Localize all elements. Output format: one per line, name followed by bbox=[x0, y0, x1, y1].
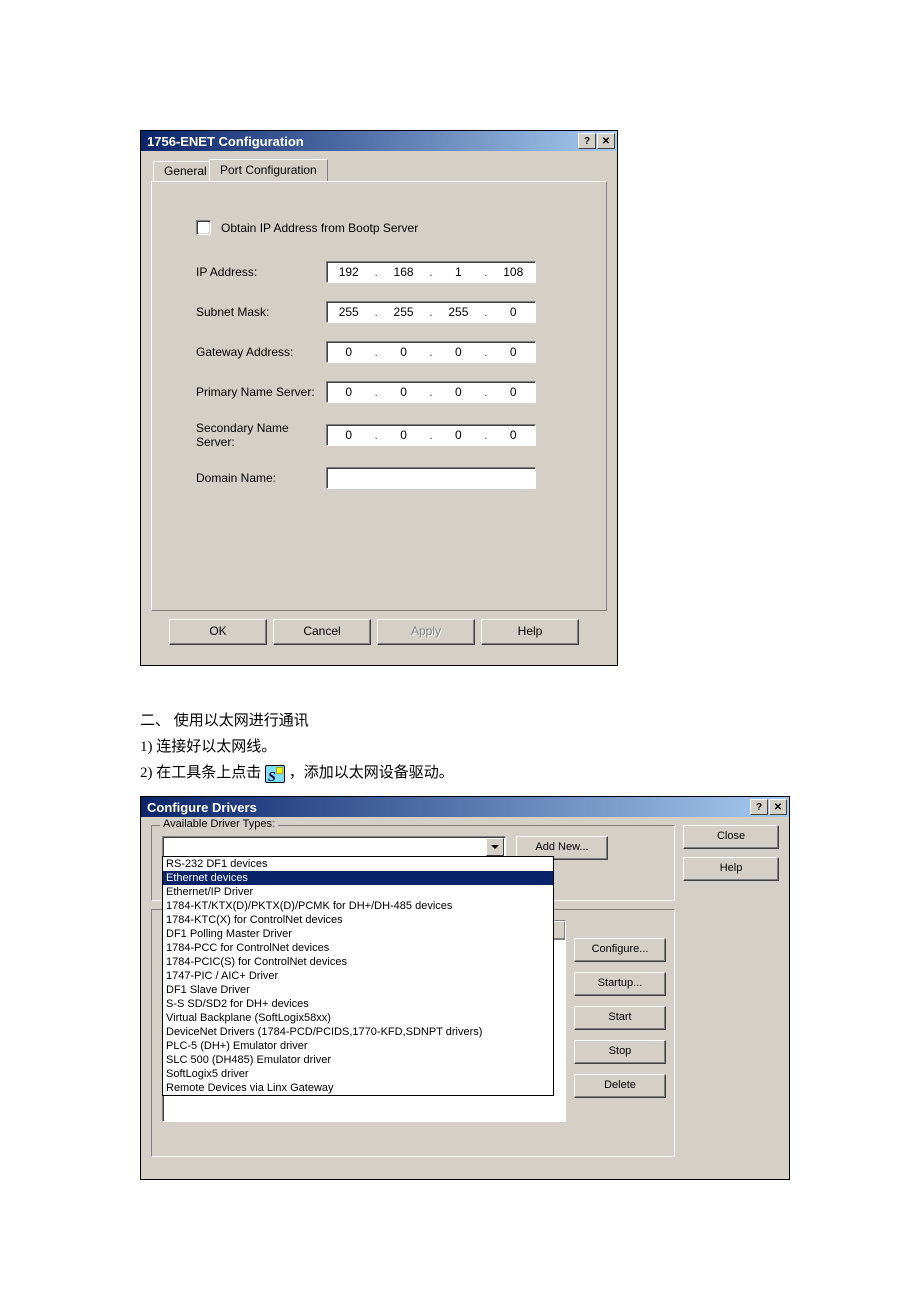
ip-octet[interactable]: 0 bbox=[384, 345, 424, 359]
ip-octet[interactable]: 0 bbox=[438, 385, 478, 399]
driver-type-dropdown-list[interactable]: RS-232 DF1 devicesEthernet devicesEthern… bbox=[162, 856, 554, 1096]
chevron-down-icon[interactable] bbox=[486, 838, 504, 856]
dropdown-option[interactable]: RS-232 DF1 devices bbox=[163, 857, 553, 871]
dropdown-option[interactable]: PLC-5 (DH+) Emulator driver bbox=[163, 1039, 553, 1053]
driver-type-combobox[interactable]: RS-232 DF1 devicesEthernet devicesEthern… bbox=[162, 836, 506, 858]
tab-general[interactable]: General bbox=[153, 161, 218, 181]
configure-button[interactable]: Configure... bbox=[574, 938, 666, 962]
dropdown-option[interactable]: SLC 500 (DH485) Emulator driver bbox=[163, 1053, 553, 1067]
ip-octet[interactable]: 1 bbox=[438, 265, 478, 279]
dropdown-option[interactable]: DeviceNet Drivers (1784-PCD/PCIDS,1770-K… bbox=[163, 1025, 553, 1039]
dialog-title: 1756-ENET Configuration bbox=[147, 134, 304, 149]
delete-button[interactable]: Delete bbox=[574, 1074, 666, 1098]
step-text: 2) 在工具条上点击 ，添加以太网设备驱动。 bbox=[140, 760, 780, 786]
close-icon[interactable]: ✕ bbox=[769, 799, 787, 815]
ip-octet[interactable]: 0 bbox=[493, 345, 533, 359]
available-driver-types-group: Available Driver Types: RS-232 DF1 devic… bbox=[151, 825, 675, 901]
close-button[interactable]: Close bbox=[683, 825, 779, 849]
ip-octet[interactable]: 0 bbox=[329, 428, 369, 442]
dropdown-option[interactable]: 1784-KTC(X) for ControlNet devices bbox=[163, 913, 553, 927]
step-text-part: 2) 在工具条上点击 bbox=[140, 765, 261, 781]
cancel-button[interactable]: Cancel bbox=[273, 619, 371, 645]
ip-octet[interactable]: 0 bbox=[438, 345, 478, 359]
dropdown-option[interactable]: 1784-PCC for ControlNet devices bbox=[163, 941, 553, 955]
dropdown-option[interactable]: DF1 Polling Master Driver bbox=[163, 927, 553, 941]
ip-octet[interactable]: 0 bbox=[329, 345, 369, 359]
ip-octet[interactable]: 255 bbox=[384, 305, 424, 319]
ip-octet[interactable]: 0 bbox=[384, 428, 424, 442]
ip-octet[interactable]: 0 bbox=[438, 428, 478, 442]
help-icon[interactable]: ? bbox=[750, 799, 768, 815]
ip-octet[interactable]: 108 bbox=[493, 265, 533, 279]
enet-config-dialog: 1756-ENET Configuration ? ✕ General Port… bbox=[140, 130, 618, 666]
help-button[interactable]: Help bbox=[683, 857, 779, 881]
titlebar[interactable]: 1756-ENET Configuration ? ✕ bbox=[141, 131, 617, 151]
start-button[interactable]: Start bbox=[574, 1006, 666, 1030]
primary-ns-input[interactable]: 0. 0. 0. 0 bbox=[326, 381, 536, 403]
dropdown-option[interactable]: Remote Devices via Linx Gateway bbox=[163, 1081, 553, 1095]
apply-button: Apply bbox=[377, 619, 475, 645]
dropdown-option[interactable]: Ethernet devices bbox=[163, 871, 553, 885]
ip-octet[interactable]: 192 bbox=[329, 265, 369, 279]
dropdown-option[interactable]: 1784-PCIC(S) for ControlNet devices bbox=[163, 955, 553, 969]
ip-octet[interactable]: 0 bbox=[329, 385, 369, 399]
dropdown-option[interactable]: DF1 Slave Driver bbox=[163, 983, 553, 997]
port-configuration-panel: Obtain IP Address from Bootp Server IP A… bbox=[151, 181, 607, 611]
stop-button[interactable]: Stop bbox=[574, 1040, 666, 1064]
gateway-input[interactable]: 0. 0. 0. 0 bbox=[326, 341, 536, 363]
help-button[interactable]: Help bbox=[481, 619, 579, 645]
ip-octet[interactable]: 0 bbox=[493, 428, 533, 442]
dropdown-option[interactable]: SoftLogix5 driver bbox=[163, 1067, 553, 1081]
ip-octet[interactable]: 0 bbox=[384, 385, 424, 399]
group-label: Available Driver Types: bbox=[160, 818, 278, 830]
tab-port-configuration[interactable]: Port Configuration bbox=[209, 159, 328, 181]
section-heading: 二、 使用以太网进行通讯 bbox=[140, 708, 780, 734]
dialog-title: Configure Drivers bbox=[147, 800, 257, 815]
ip-octet[interactable]: 255 bbox=[438, 305, 478, 319]
rslinx-s-icon bbox=[265, 765, 285, 783]
subnet-mask-label: Subnet Mask: bbox=[196, 305, 326, 319]
document-text: 二、 使用以太网进行通讯 1) 连接好以太网线。 2) 在工具条上点击 ，添加以… bbox=[140, 708, 780, 786]
dropdown-option[interactable]: Ethernet/IP Driver bbox=[163, 885, 553, 899]
bootp-label: Obtain IP Address from Bootp Server bbox=[221, 221, 418, 235]
bootp-checkbox[interactable] bbox=[196, 220, 211, 235]
titlebar[interactable]: Configure Drivers ? ✕ bbox=[141, 797, 789, 817]
ip-address-label: IP Address: bbox=[196, 265, 326, 279]
ip-address-input[interactable]: 192. 168. 1. 108 bbox=[326, 261, 536, 283]
ip-octet[interactable]: 168 bbox=[384, 265, 424, 279]
dropdown-option[interactable]: 1784-KT/KTX(D)/PKTX(D)/PCMK for DH+/DH-4… bbox=[163, 899, 553, 913]
dropdown-option[interactable]: 1747-PIC / AIC+ Driver bbox=[163, 969, 553, 983]
ip-octet[interactable]: 0 bbox=[493, 385, 533, 399]
configure-drivers-dialog: Configure Drivers ? ✕ Available Driver T… bbox=[140, 796, 790, 1180]
help-icon[interactable]: ? bbox=[578, 133, 596, 149]
step-text-part: ，添加以太网设备驱动。 bbox=[289, 765, 454, 781]
ip-octet[interactable]: 255 bbox=[329, 305, 369, 319]
primary-ns-label: Primary Name Server: bbox=[196, 385, 326, 399]
ok-button[interactable]: OK bbox=[169, 619, 267, 645]
subnet-mask-input[interactable]: 255. 255. 255. 0 bbox=[326, 301, 536, 323]
secondary-ns-label: Secondary Name Server: bbox=[196, 421, 326, 449]
gateway-label: Gateway Address: bbox=[196, 345, 326, 359]
close-icon[interactable]: ✕ bbox=[597, 133, 615, 149]
ip-octet[interactable]: 0 bbox=[493, 305, 533, 319]
dropdown-option[interactable]: S-S SD/SD2 for DH+ devices bbox=[163, 997, 553, 1011]
secondary-ns-input[interactable]: 0. 0. 0. 0 bbox=[326, 424, 536, 446]
domain-name-input[interactable] bbox=[326, 467, 536, 489]
step-text: 1) 连接好以太网线。 bbox=[140, 734, 780, 760]
dropdown-option[interactable]: Virtual Backplane (SoftLogix58xx) bbox=[163, 1011, 553, 1025]
domain-name-label: Domain Name: bbox=[196, 471, 326, 485]
startup-button[interactable]: Startup... bbox=[574, 972, 666, 996]
